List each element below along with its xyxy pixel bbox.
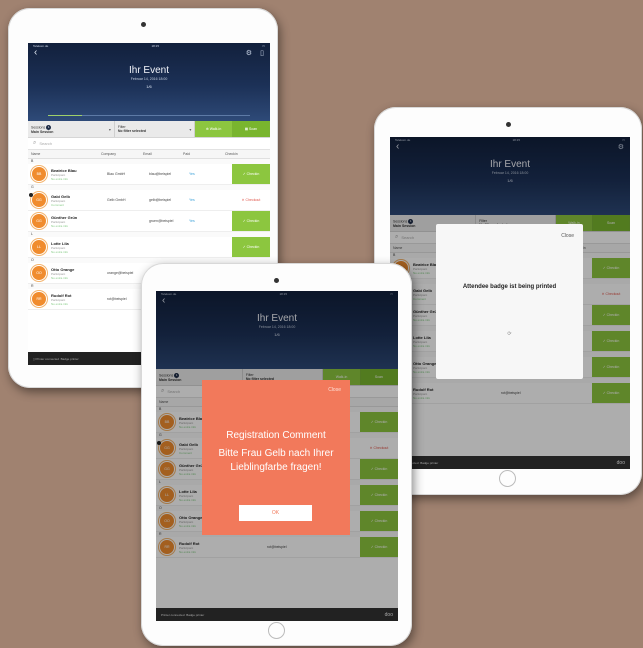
attendee-row[interactable]: GG Günther Grün Participant No extra info gr…: [28, 211, 270, 232]
attendee-email: gruen@beispiel: [149, 219, 174, 223]
sessions-label: Sessions: [31, 124, 46, 129]
search-bar[interactable]: ⌕ Search: [28, 138, 270, 150]
sessions-dropdown[interactable]: Sessions 1 Main Session ▾: [28, 121, 115, 137]
attendee-info: Rudolf Rot Participant No extra info: [51, 293, 107, 306]
tablet-right: Telekom.de 18:15 ▭ ‹ ⚙ Ihr Event Februar 1…: [374, 107, 642, 495]
chevron-down-icon: ▾: [189, 127, 192, 132]
checkin-label: Checkin: [246, 245, 260, 249]
attendee-paid: Yes: [189, 198, 195, 202]
front-camera: [140, 22, 146, 27]
attendee-note: Comment: [51, 202, 65, 207]
checkin-button[interactable]: ✓ Checkin: [232, 237, 270, 257]
clock-label: 18:15: [151, 44, 159, 48]
filter-value: No filter selected: [117, 129, 147, 133]
avatar: GG: [31, 213, 47, 229]
spinner-icon: ⟳: [507, 331, 512, 337]
attendee-email: blau@beispiel: [149, 172, 172, 176]
footer-bar: Printer connected Badge printer doo: [156, 608, 398, 621]
checkin-button[interactable]: ✓ Checkin: [232, 211, 270, 231]
avatar: RR: [31, 291, 47, 307]
badge-printer-label: Badge printer: [420, 460, 439, 465]
device-icon[interactable]: ▯: [260, 49, 264, 57]
checkin-button[interactable]: ✓ Checkin: [232, 164, 270, 184]
checkin-label: Checkin: [246, 172, 260, 176]
attendee-note: No extra info: [51, 275, 69, 280]
event-title: Ihr Event: [128, 65, 170, 76]
walkin-button[interactable]: ⊕ Walk-in: [195, 121, 233, 137]
dialog-message: Bitte Frau Gelb nach Ihrer Lieblingfarbe…: [218, 448, 334, 473]
attendee-note: No extra info: [51, 223, 69, 228]
print-message: Attendee badge ist being printed: [462, 284, 557, 290]
avatar: OO: [31, 265, 47, 281]
checkin-progress-bar: [48, 115, 250, 116]
filter-dropdown[interactable]: Filter No filter selected ▾: [115, 121, 196, 137]
badge-printer-label: Badge printer: [186, 612, 205, 617]
toolbar: Sessions 1 Main Session ▾ Filter No filt…: [28, 121, 270, 138]
avatar: LL: [31, 239, 47, 255]
checkin-count: 1/6: [146, 84, 152, 89]
attendee-note: No extra info: [51, 301, 69, 306]
attendee-info: Lotte Lila Participant No extra info: [51, 241, 107, 254]
home-button[interactable]: [267, 622, 285, 639]
attendee-email: gelb@beispiel: [149, 198, 172, 202]
comment-indicator-icon: [29, 193, 33, 197]
column-header-row: Name Company Email Paid Checkin: [28, 150, 270, 159]
front-camera: [274, 278, 279, 283]
ok-button[interactable]: OK: [239, 505, 312, 521]
checkin-label: Checkout: [245, 198, 261, 202]
back-icon[interactable]: ‹: [34, 47, 37, 58]
attendee-paid: Yes: [189, 219, 195, 223]
attendee-paid: Yes: [189, 172, 195, 176]
close-button[interactable]: Close: [561, 233, 574, 239]
checkout-button[interactable]: ✕ Checkout: [232, 190, 270, 210]
screen-registration-comment: Telekom.de 18:15 ▭ ‹ Ihr Event Februar 14,…: [156, 291, 398, 621]
checkin-label: Checkin: [246, 219, 260, 223]
settings-icon[interactable]: ⚙: [246, 49, 252, 57]
home-button[interactable]: [499, 470, 516, 487]
attendee-info: Beatrice Blau Participant No extra info: [51, 168, 107, 181]
front-camera: [505, 122, 511, 127]
badge-printer-label: Badge printer: [60, 356, 79, 361]
tablet-front: Telekom.de 18:15 ▭ ‹ Ihr Event Februar 14,…: [141, 263, 412, 646]
event-date: Februar 14, 2016 18:00: [130, 77, 168, 81]
battery-icon: ▭: [262, 44, 265, 48]
attendee-info: Günther Grün Participant No extra info: [51, 215, 107, 228]
progress-fill: [48, 115, 83, 116]
col-checkin[interactable]: Checkin: [225, 152, 238, 156]
col-name[interactable]: Name: [31, 152, 101, 156]
attendee-company: Blau GmbH: [107, 172, 126, 176]
attendee-company: Gelb GmbH: [107, 198, 126, 202]
brand-logo: doo: [384, 611, 393, 618]
col-paid[interactable]: Paid: [183, 152, 225, 156]
brand-logo: doo: [616, 459, 625, 466]
attendee-row[interactable]: BB Beatrice BlauParticipantNo extra infoB…: [28, 164, 270, 185]
printer-status: Printer connected: [161, 612, 185, 617]
walkin-label: Walk-in: [209, 127, 222, 131]
screen-print-dialog: Telekom.de 18:15 ▭ ‹ ⚙ Ihr Event Februar 1…: [390, 137, 630, 469]
chevron-down-icon: ▾: [108, 127, 111, 132]
search-icon: ⌕: [33, 140, 37, 146]
sessions-value: Main Session: [31, 129, 54, 134]
attendee-info: Gabi Gelb Participant Comment: [51, 194, 107, 207]
scan-label: Scan: [249, 127, 257, 131]
event-header: Telekom.de 18:15 ▭ ‹ ⚙ ▯ Ihr Event Februar…: [28, 43, 270, 121]
dialog-title: Registration Comment: [226, 430, 326, 441]
attendee-note: No extra info: [51, 249, 69, 254]
col-company[interactable]: Company: [101, 152, 143, 156]
attendee-info: Otto Orange Participant No extra info: [51, 267, 107, 280]
search-input[interactable]: Search: [39, 141, 52, 146]
footer-bar: Printer connected Badge printerdoo: [390, 456, 630, 469]
avatar: GG: [31, 192, 47, 208]
col-email[interactable]: Email: [143, 152, 183, 156]
printer-status: Printer connected: [35, 356, 59, 361]
attendee-note: No extra info: [51, 176, 69, 181]
registration-comment-dialog: Close Registration Comment Bitte Frau Ge…: [202, 380, 350, 535]
avatar: BB: [31, 166, 47, 182]
attendee-row[interactable]: LL Lotte LilaParticipantNo extra info ✓ Ch…: [28, 237, 270, 258]
scan-button[interactable]: ▦ Scan: [232, 121, 270, 137]
print-dialog: Close Attendee badge ist being printed ⟳: [436, 224, 583, 379]
attendee-row[interactable]: GG Gabi Gelb Participant Comment Gelb GmbH ge…: [28, 190, 270, 211]
close-button[interactable]: Close: [328, 387, 341, 393]
